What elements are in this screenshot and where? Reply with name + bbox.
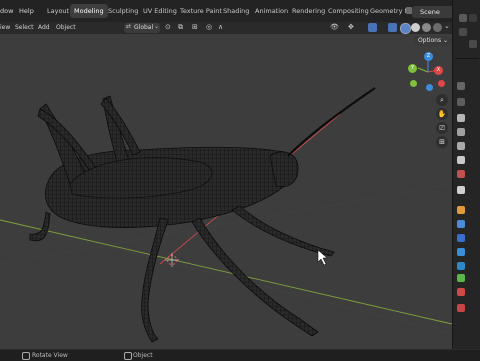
tab-sculpting[interactable]: Sculpting	[104, 4, 142, 18]
visibility-icon[interactable]: 👁	[330, 23, 339, 31]
material-properties-icon[interactable]	[457, 288, 465, 296]
orientation-icon: ⇄	[126, 23, 132, 30]
outliner-filter-icon[interactable]	[459, 14, 467, 22]
tab-modeling[interactable]: Modeling	[70, 4, 108, 18]
solid-shading-icon[interactable]	[411, 23, 420, 32]
viewport-header: iew Select Add Object ⇄ Global ⌄ ⊙ ⧉ ⊞ ◎…	[0, 22, 452, 34]
options-dropdown[interactable]: Options ⌄	[414, 36, 452, 46]
tab-layout[interactable]: Layout	[43, 4, 73, 18]
menu-select[interactable]: Select	[15, 24, 34, 31]
top-menu-bar: dow Help Layout Modeling Sculpting UV Ed…	[0, 0, 480, 22]
navigation-gizmo[interactable]: Z X Y	[408, 52, 448, 94]
mouse-right-icon	[124, 352, 132, 360]
tool-settings-icon[interactable]	[457, 98, 465, 106]
gizmo-z-axis[interactable]: Z	[424, 52, 433, 61]
properties-editor-icon[interactable]	[457, 82, 465, 90]
status-object: Object	[133, 352, 153, 359]
render-properties-icon[interactable]	[457, 114, 465, 122]
snap-target-icon[interactable]: ⊞	[192, 23, 198, 31]
zoom-icon[interactable]: ⌕	[436, 94, 448, 106]
grid-line	[0, 218, 452, 335]
scene-name: Scene	[420, 8, 440, 16]
tab-animation[interactable]: Animation	[251, 4, 292, 18]
outliner-item-icon[interactable]	[469, 40, 477, 48]
overlay-toggle-icon[interactable]	[368, 23, 377, 32]
output-properties-icon[interactable]	[457, 128, 465, 136]
perspective-toggle-icon[interactable]: ⊞	[436, 136, 448, 148]
mouse-middle-icon	[22, 352, 30, 360]
gizmo-y-axis[interactable]: Y	[408, 64, 417, 73]
3d-cursor-icon	[165, 253, 179, 267]
grasshopper-antenna	[287, 87, 376, 157]
3d-viewport[interactable]: Z X Y ⌕ ✋ ⎚ ⊞	[0, 34, 452, 350]
chevron-down-icon: ⌄	[154, 23, 160, 30]
scene-properties-icon[interactable]	[457, 156, 465, 164]
options-label: Options	[417, 37, 442, 44]
rendered-shading-icon[interactable]	[433, 23, 442, 32]
viewport-canvas	[0, 87, 452, 343]
xray-toggle-icon[interactable]	[388, 23, 397, 32]
particles-icon[interactable]	[457, 234, 465, 242]
grasshopper-leg-rear	[191, 217, 319, 337]
snap-icon[interactable]: ⧉	[178, 23, 183, 32]
material-shading-icon[interactable]	[422, 23, 431, 32]
shading-options-chevron-icon[interactable]: ⌄	[444, 22, 450, 30]
object-properties-icon[interactable]	[457, 206, 465, 214]
grasshopper-mesh	[29, 87, 376, 343]
view-layer-icon[interactable]	[457, 142, 465, 150]
menu-add[interactable]: Add	[38, 24, 50, 31]
right-properties-panel	[452, 0, 480, 349]
pivot-icon[interactable]: ⊙	[165, 23, 171, 31]
status-rotate-view: Rotate View	[32, 352, 68, 359]
grasshopper-leg-front-left	[29, 211, 51, 242]
proportional-edit-icon[interactable]: ◎	[206, 23, 212, 31]
pan-icon[interactable]: ✋	[436, 108, 448, 120]
texture-properties-icon[interactable]	[457, 304, 465, 312]
panel-divider	[455, 58, 479, 59]
status-bar: Rotate View Object	[0, 349, 480, 361]
menu-view[interactable]: iew	[0, 24, 10, 31]
menu-object[interactable]: Object	[56, 24, 76, 31]
transform-orientation-dropdown[interactable]: ⇄ Global ⌄	[124, 23, 160, 33]
tab-uv-editing[interactable]: UV Editing	[139, 4, 181, 18]
gizmo-neg-y[interactable]	[410, 80, 417, 87]
constraints-icon[interactable]	[457, 262, 465, 270]
menu-help[interactable]: Help	[19, 7, 34, 15]
y-axis-line	[0, 219, 452, 325]
outliner-display-icon[interactable]	[469, 14, 477, 22]
wireframe-shading-icon[interactable]	[400, 23, 411, 34]
modifier-properties-icon[interactable]	[457, 220, 465, 228]
object-data-icon[interactable]	[457, 274, 465, 282]
world-properties-icon[interactable]	[457, 170, 465, 178]
gizmo-neg-x[interactable]	[438, 80, 445, 87]
falloff-icon[interactable]: ∧	[218, 23, 223, 31]
orientation-label: Global	[134, 24, 154, 31]
outliner-item-icon[interactable]	[459, 28, 467, 36]
gizmo-x-axis[interactable]: X	[434, 66, 443, 75]
camera-icon[interactable]: ⎚	[436, 122, 448, 134]
collection-properties-icon[interactable]	[457, 186, 465, 194]
tab-shading[interactable]: Shading	[219, 4, 253, 18]
grasshopper-leg-front-right	[231, 205, 335, 257]
menu-window[interactable]: dow	[0, 7, 13, 15]
physics-icon[interactable]	[457, 248, 465, 256]
gizmo-toggle-icon[interactable]: ✥	[348, 23, 354, 31]
gizmo-neg-z[interactable]	[426, 84, 433, 91]
